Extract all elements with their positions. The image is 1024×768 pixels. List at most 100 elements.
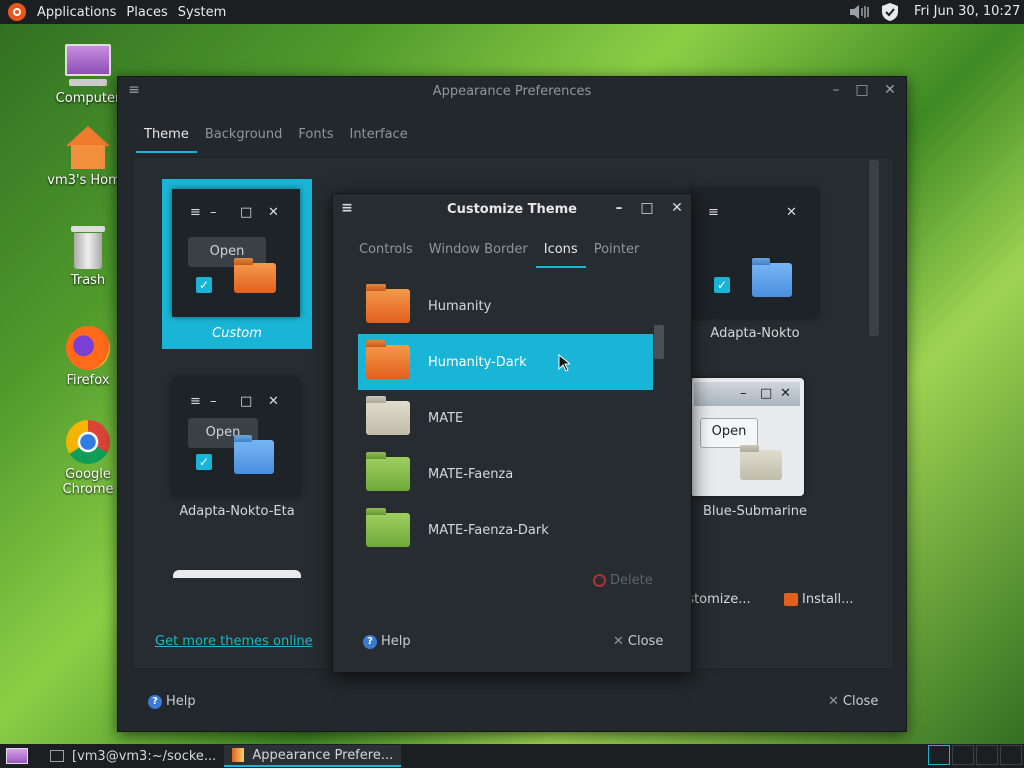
mouse-pointer-icon — [558, 354, 570, 372]
preview-minimize-icon: – — [740, 386, 747, 401]
workspace-switcher — [926, 745, 1022, 765]
tab-window-border[interactable]: Window Border — [421, 236, 536, 268]
dialog-close-icon[interactable]: ✕ — [669, 200, 685, 216]
tab-theme[interactable]: Theme — [136, 121, 197, 153]
firefox-icon — [66, 326, 110, 370]
desktop-label-trash: Trash — [70, 273, 106, 288]
menu-places[interactable]: Places — [121, 5, 172, 20]
volume-icon[interactable] — [848, 4, 870, 20]
workspace-4[interactable] — [1000, 745, 1022, 765]
home-icon — [66, 126, 110, 170]
theme-preview-partial — [173, 570, 301, 578]
folder-icon — [366, 289, 410, 323]
icon-list-scrollbar[interactable] — [654, 325, 664, 359]
shield-icon[interactable] — [880, 2, 900, 22]
preview-maximize-icon: □ — [760, 386, 773, 401]
task-label: [vm3@vm3:~/socke... — [72, 748, 217, 764]
tab-pointer[interactable]: Pointer — [586, 236, 648, 268]
close-button[interactable]: ✕ Close — [828, 694, 878, 709]
minimize-icon[interactable]: – — [828, 82, 844, 98]
taskbar-item-terminal[interactable]: [vm3@vm3:~/socke... — [42, 745, 224, 767]
help-button[interactable]: ? Help — [148, 694, 196, 709]
tab-icons[interactable]: Icons — [535, 236, 586, 268]
tab-background[interactable]: Background — [197, 121, 291, 153]
help-icon: ? — [363, 634, 377, 649]
preview-maximize-icon: □ — [240, 394, 253, 409]
dialog-close-button[interactable]: ✕ Close — [613, 634, 663, 649]
get-more-themes-link[interactable]: Get more themes online — [155, 634, 313, 649]
dialog-menu-icon[interactable]: ≡ — [339, 200, 355, 216]
install-label: Install... — [802, 592, 854, 607]
desktop-label-chrome: Google Chrome — [62, 467, 114, 497]
show-desktop-icon[interactable] — [6, 748, 28, 764]
preview-close-icon: ✕ — [268, 394, 279, 409]
theme-preview: – □ ✕ Open — [690, 378, 804, 496]
icon-theme-name: MATE-Faenza-Dark — [428, 522, 549, 538]
close-icon[interactable]: ✕ — [882, 82, 898, 98]
menu-applications[interactable]: Applications — [32, 5, 121, 20]
delete-button[interactable]: Delete — [593, 573, 653, 588]
icon-theme-name: MATE-Faenza — [428, 466, 514, 482]
dialog-help-button[interactable]: ? Help — [363, 634, 411, 649]
icon-theme-name: Humanity-Dark — [428, 354, 527, 370]
preview-checkbox: ✓ — [714, 277, 730, 293]
preview-close-icon: ✕ — [780, 386, 791, 401]
theme-name: Adapta-Nokto — [710, 326, 800, 341]
dialog-titlebar[interactable]: ≡ Customize Theme – □ ✕ — [333, 194, 691, 224]
taskbar-item-appearance[interactable]: Appearance Prefere... — [224, 745, 402, 767]
menu-system[interactable]: System — [173, 5, 231, 20]
desktop-label-firefox: Firefox — [66, 373, 110, 388]
ubuntu-logo-icon[interactable] — [8, 3, 26, 21]
task-label: Appearance Prefere... — [252, 747, 394, 763]
theme-item-adapta-nokto[interactable]: ≡ ✕ ✓ Adapta-Nokto — [680, 179, 830, 349]
theme-preview: ≡ – □ ✕ Open ✓ — [172, 378, 300, 496]
dialog-maximize-icon[interactable]: □ — [639, 200, 655, 216]
desktop-label-computer: Computer — [55, 91, 121, 106]
icon-theme-name: MATE — [428, 410, 464, 426]
folder-icon — [366, 457, 410, 491]
close-icon: ✕ — [613, 634, 624, 649]
workspace-2[interactable] — [952, 745, 974, 765]
list-item[interactable]: Humanity — [358, 278, 653, 334]
folder-icon — [366, 401, 410, 435]
theme-name: Blue-Submarine — [702, 504, 808, 519]
preview-checkbox: ✓ — [196, 277, 212, 293]
preview-menu-icon: ≡ — [190, 205, 201, 220]
bottom-taskbar: [vm3@vm3:~/socke... Appearance Prefere..… — [0, 744, 1024, 768]
window-titlebar[interactable]: ≡ Appearance Preferences – □ ✕ — [118, 77, 906, 105]
tab-controls[interactable]: Controls — [351, 236, 421, 268]
folder-icon — [740, 450, 782, 480]
preview-maximize-icon: □ — [240, 205, 253, 220]
appearance-tabs: Theme Background Fonts Interface — [136, 121, 416, 153]
maximize-icon[interactable]: □ — [854, 82, 870, 98]
delete-icon — [593, 574, 606, 587]
list-item[interactable]: MATE — [358, 390, 653, 446]
list-item-selected[interactable]: Humanity-Dark — [358, 334, 653, 390]
theme-item-adapta-nokto-eta[interactable]: ≡ – □ ✕ Open ✓ Adapta-Nokto-Eta — [162, 368, 312, 538]
workspace-1[interactable] — [928, 745, 950, 765]
close-icon: ✕ — [828, 694, 839, 709]
close-label: Close — [627, 634, 664, 649]
list-item[interactable]: MATE-Faenza — [358, 446, 653, 502]
list-item[interactable]: MATE-Faenza-Dark — [358, 502, 653, 558]
tab-interface[interactable]: Interface — [341, 121, 415, 153]
preview-open-button: Open — [700, 418, 758, 448]
delete-label: Delete — [610, 573, 653, 588]
appearance-icon — [232, 748, 245, 762]
preview-minimize-icon: – — [210, 394, 217, 409]
theme-name: Custom — [212, 326, 262, 341]
customize-theme-dialog: ≡ Customize Theme – □ ✕ Controls Window … — [332, 193, 692, 673]
package-icon — [784, 593, 798, 606]
theme-item-custom[interactable]: ≡ – □ ✕ Open ✓ Custom — [162, 179, 312, 349]
window-menu-icon[interactable]: ≡ — [126, 82, 142, 98]
help-icon: ? — [148, 694, 162, 709]
workspace-3[interactable] — [976, 745, 998, 765]
tab-fonts[interactable]: Fonts — [290, 121, 341, 153]
theme-list-scrollbar[interactable] — [869, 160, 879, 336]
terminal-icon — [50, 750, 64, 762]
theme-item-blue-submarine[interactable]: – □ ✕ Open Blue-Submarine — [680, 368, 830, 538]
dialog-minimize-icon[interactable]: – — [611, 200, 627, 216]
clock[interactable]: Fri Jun 30, 10:27 — [914, 4, 1020, 19]
install-button[interactable]: Install... — [784, 592, 854, 607]
theme-name: Adapta-Nokto-Eta — [179, 504, 295, 519]
